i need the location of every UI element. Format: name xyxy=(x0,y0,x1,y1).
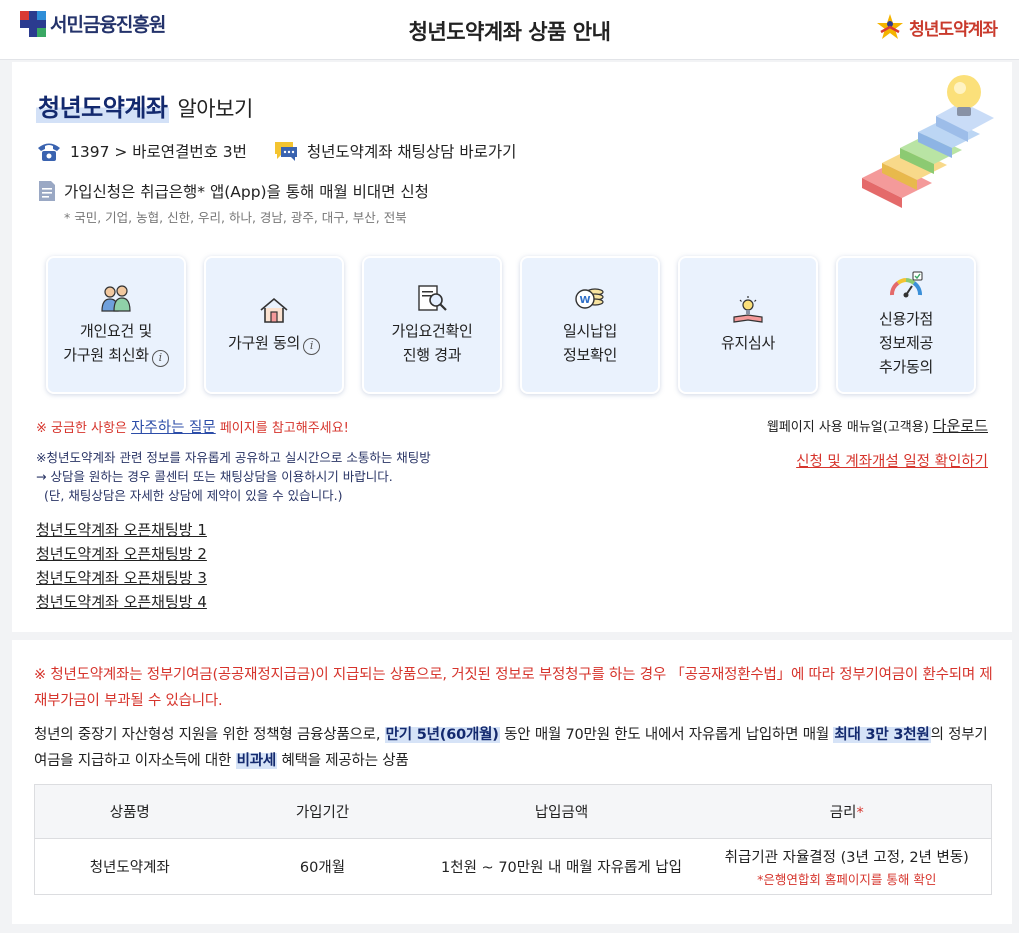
chat-bubble-icon xyxy=(274,142,297,161)
table-header-row: 상품명 가입기간 납입금액 금리* xyxy=(34,784,992,839)
info-icon[interactable]: i xyxy=(302,338,320,355)
open-chat-link-2[interactable]: 청년도약계좌 오픈채팅방 2 xyxy=(36,542,207,566)
desc-highlight: 만기 5년(60개월) xyxy=(384,727,500,743)
col-header-period: 가입기간 xyxy=(224,784,421,839)
desc-text: 동안 매월 70만원 한도 내에서 자유롭게 납입하면 매월 xyxy=(499,727,834,743)
desc-highlight: 최대 3만 3천원 xyxy=(833,727,931,743)
card-label: 개인요건 및 가구원 최신화 i xyxy=(63,319,169,367)
cell-period: 60개월 xyxy=(299,860,346,876)
card-line: 신용가점 xyxy=(878,310,933,328)
banks-note: * 국민, 기업, 농협, 신한, 우리, 하나, 경남, 광주, 대구, 부산… xyxy=(64,210,407,225)
card-label: 가입요건확인 진행 경과 xyxy=(391,319,472,367)
document-search-icon xyxy=(418,285,447,311)
chat-consult-link[interactable]: 청년도약계좌 채팅상담 바로가기 xyxy=(273,140,517,162)
phone-icon xyxy=(38,143,60,161)
intro-title: 청년도약계좌 알아보기 xyxy=(36,88,253,123)
document-icon xyxy=(39,181,55,201)
coins-icon: W xyxy=(575,288,604,309)
desc-text: 혜택을 제공하는 상품 xyxy=(277,753,409,769)
faq-link[interactable]: 자주하는 질문 xyxy=(131,420,216,436)
card-label: 가구원 동의 i xyxy=(228,331,320,355)
card-label: 신용가점 정보제공 추가동의 xyxy=(879,307,933,379)
contact-row: 1397 > 바로연결번호 3번 청년도약계좌 채팅상담 바로가기 xyxy=(36,140,542,162)
card-label: 유지심사 xyxy=(721,331,775,355)
card-lump-sum-payment[interactable]: W 일시납입 정보확인 xyxy=(520,256,660,394)
svg-text:W: W xyxy=(579,295,590,306)
col-header-amount: 납입금액 xyxy=(420,784,703,839)
lightbulb-book-icon xyxy=(733,296,763,323)
chat-info-line: (단, 채팅상담은 자세한 상담에 제약이 있을 수 있습니다.) xyxy=(44,488,343,503)
schedule-link[interactable]: 신청 및 계좌개설 일정 확인하기 xyxy=(796,450,988,471)
manual-label: 웹페이지 사용 매뉴얼(고객용) xyxy=(766,420,929,435)
phone-contact[interactable]: 1397 > 바로연결번호 3번 xyxy=(36,140,247,162)
cell-amount: 1천원 ~ 70만원 내 매월 자유롭게 납입 xyxy=(441,860,682,876)
card-line: 정보확인 xyxy=(562,346,617,364)
card-line: 유지심사 xyxy=(720,334,775,352)
chat-info-line: → 상담을 원하는 경우 콜센터 또는 채팅상담을 이용하시기 바랍니다. xyxy=(36,469,393,484)
title-sub: 알아보기 xyxy=(177,97,253,121)
page-title: 청년도약계좌 상품 안내 xyxy=(408,20,611,44)
people-icon xyxy=(101,285,131,312)
card-maintenance-review[interactable]: 유지심사 xyxy=(678,256,818,394)
card-line: 정보제공 xyxy=(878,334,933,352)
card-line: 가입요건확인 xyxy=(391,322,473,340)
desc-highlight: 비과세 xyxy=(235,753,278,769)
rate-star: * xyxy=(856,805,864,821)
intro-panel: 청년도약계좌 알아보기 1397 > 바로연결번호 3번 청년도약계좌 채팅상담… xyxy=(12,62,1012,632)
faq-suffix: 페이지를 참고해주세요! xyxy=(215,421,349,436)
card-line: 일시납입 xyxy=(562,322,617,340)
steps-lightbulb-illustration xyxy=(862,75,994,208)
title-main: 청년도약계좌 xyxy=(36,88,170,123)
star-person-icon xyxy=(877,14,904,39)
phone-label: 1397 > 바로연결번호 3번 xyxy=(70,143,247,161)
card-household-consent[interactable]: 가구원 동의 i xyxy=(204,256,344,394)
chat-consult-label: 청년도약계좌 채팅상담 바로가기 xyxy=(306,143,517,161)
gauge-icon xyxy=(890,271,923,298)
house-icon xyxy=(260,297,288,323)
open-chat-links: 청년도약계좌 오픈채팅방 1 청년도약계좌 오픈채팅방 2 청년도약계좌 오픈채… xyxy=(36,518,207,614)
col-header-name: 상품명 xyxy=(34,784,225,839)
rate-text: 취급기관 자율결정 (3년 고정, 2년 변동) xyxy=(724,849,969,866)
cell-name: 청년도약계좌 xyxy=(89,860,170,876)
info-icon[interactable]: i xyxy=(151,350,169,367)
card-line: 가구원 동의 xyxy=(228,334,300,352)
chat-room-info: ※청년도약계좌 관련 정보를 자유롭게 공유하고 실시간으로 소통하는 채팅방 … xyxy=(36,448,431,505)
card-personal-requirements[interactable]: 개인요건 및 가구원 최신화 i xyxy=(46,256,186,394)
card-line: 추가동의 xyxy=(878,358,933,376)
open-chat-link-1[interactable]: 청년도약계좌 오픈채팅방 1 xyxy=(36,518,207,542)
card-label: 일시납입 정보확인 xyxy=(563,319,617,367)
rate-note: *은행연합회 홈페이지를 통해 확인 xyxy=(757,871,937,887)
youth-account-logo[interactable]: 청년도약계좌 xyxy=(875,12,998,42)
manual-download-link[interactable]: 다운로드 xyxy=(933,417,988,435)
desc-text: 청년의 중장기 자산형성 지원을 위한 정책형 금융상품으로, xyxy=(34,727,385,743)
card-eligibility-progress[interactable]: 가입요건확인 진행 경과 xyxy=(362,256,502,394)
card-line: 개인요건 및 xyxy=(80,322,152,340)
open-chat-link-3[interactable]: 청년도약계좌 오픈채팅방 3 xyxy=(36,566,207,590)
right-brand-text: 청년도약계좌 xyxy=(909,19,998,40)
open-chat-link-4[interactable]: 청년도약계좌 오픈채팅방 4 xyxy=(36,590,207,614)
rate-header-text: 금리 xyxy=(829,805,857,821)
page-header: 서민금융진흥원 청년도약계좌 상품 안내 청년도약계좌 xyxy=(0,0,1019,60)
manual-download: 웹페이지 사용 매뉴얼(고객용) 다운로드 xyxy=(767,415,988,436)
cell-rate: 취급기관 자율결정 (3년 고정, 2년 변동) *은행연합회 홈페이지를 통해… xyxy=(703,839,992,895)
card-line: 진행 경과 xyxy=(402,346,462,364)
product-table: 상품명 가입기간 납입금액 금리* 청년도약계좌 60개월 1천원 ~ 70만원… xyxy=(34,784,992,895)
table-row: 청년도약계좌 60개월 1천원 ~ 70만원 내 매월 자유롭게 납입 취급기관… xyxy=(35,839,992,895)
product-description: 청년의 중장기 자산형성 지원을 위한 정책형 금융상품으로, 만기 5년(60… xyxy=(34,722,994,774)
faq-notice: ※ 궁금한 사항은 자주하는 질문 페이지를 참고해주세요! xyxy=(36,416,349,437)
faq-prefix: ※ 궁금한 사항은 xyxy=(36,421,132,436)
fraud-warning: ※ 청년도약계좌는 정부기여금(공공재정지급금)이 지급되는 상품으로, 거짓된… xyxy=(34,667,993,709)
action-cards: 개인요건 및 가구원 최신화 i 가구원 동의 i 가입요건확인 진행 경과 W… xyxy=(46,256,976,394)
card-line: 가구원 최신화 xyxy=(63,346,149,364)
product-panel: ※ 청년도약계좌는 정부기여금(공공재정지급금)이 지급되는 상품으로, 거짓된… xyxy=(12,640,1012,924)
apply-row: 가입신청은 취급은행* 앱(App)을 통해 매월 비대면 신청 xyxy=(36,179,429,203)
card-credit-consent[interactable]: 신용가점 정보제공 추가동의 xyxy=(836,256,976,394)
apply-label: 가입신청은 취급은행* 앱(App)을 통해 매월 비대면 신청 xyxy=(64,183,429,201)
col-header-rate: 금리* xyxy=(702,784,992,839)
chat-info-line: ※청년도약계좌 관련 정보를 자유롭게 공유하고 실시간으로 소통하는 채팅방 xyxy=(36,450,431,465)
